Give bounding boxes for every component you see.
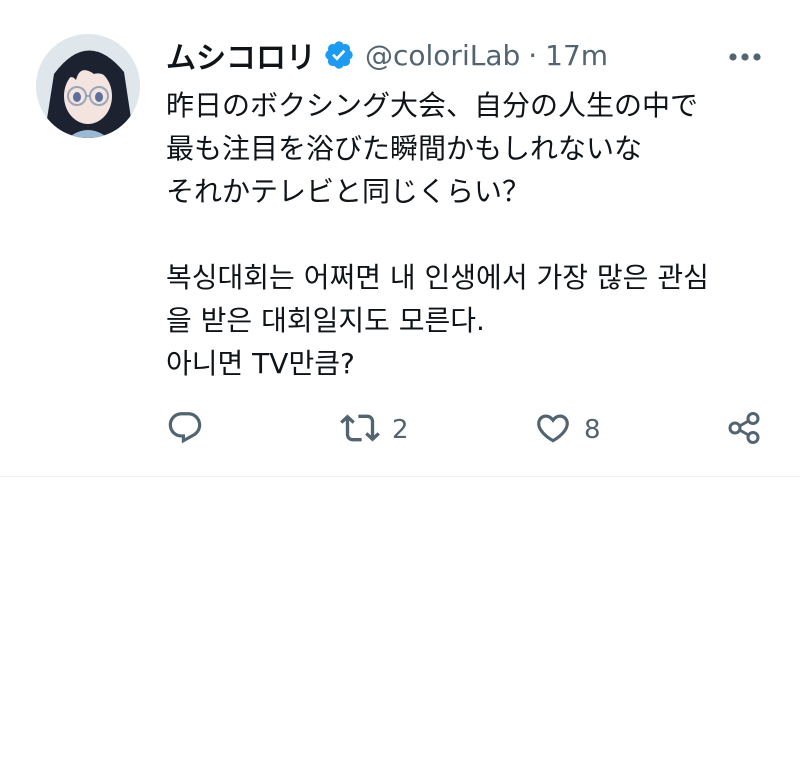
share-icon <box>726 410 762 450</box>
display-name[interactable]: ムシコロリ <box>166 33 316 77</box>
retweet-icon <box>340 408 380 452</box>
like-button[interactable]: 8 <box>534 408 601 452</box>
tweet-header: ムシコロリ @coloriLab · 17m <box>166 33 608 77</box>
tweet-text-line: 을 받은 대회일지도 모른다. <box>166 304 485 337</box>
share-button[interactable] <box>726 408 762 452</box>
tweet-text-line: 복싱대회는 어쩌면 내 인생에서 가장 많은 관심 <box>166 261 709 294</box>
like-count: 8 <box>584 415 601 445</box>
avatar-image <box>36 34 140 138</box>
tweet-text-line: それかテレビと同じくらい？ <box>166 175 531 208</box>
more-dots-icon[interactable] <box>722 40 768 74</box>
tweet-text-line: 昨日のボクシング大会、自分の人生の中で <box>166 89 699 122</box>
tweet-text-line: 最も注目を浴びた瞬間かもしれないな <box>166 132 643 165</box>
tweet-text: 昨日のボクシング大会、自分の人生の中で 最も注目を浴びた瞬間かもしれないな それ… <box>166 84 776 385</box>
tweet-text-line: 아니면 TV만큼? <box>166 347 355 380</box>
timestamp[interactable]: 17m <box>545 39 608 72</box>
handle[interactable]: @coloriLab <box>365 39 520 72</box>
reply-icon <box>166 409 204 451</box>
reply-button[interactable] <box>166 408 204 452</box>
action-bar: 2 8 <box>0 408 800 452</box>
separator-dot: · <box>528 38 538 72</box>
retweet-button[interactable]: 2 <box>340 408 409 452</box>
verified-badge-icon <box>323 39 355 71</box>
retweet-count: 2 <box>392 415 409 445</box>
tweet-card[interactable]: ムシコロリ @coloriLab · 17m 昨日のボクシング大会、自分の人生の… <box>0 0 800 477</box>
heart-icon <box>534 409 572 451</box>
avatar[interactable] <box>36 34 140 138</box>
